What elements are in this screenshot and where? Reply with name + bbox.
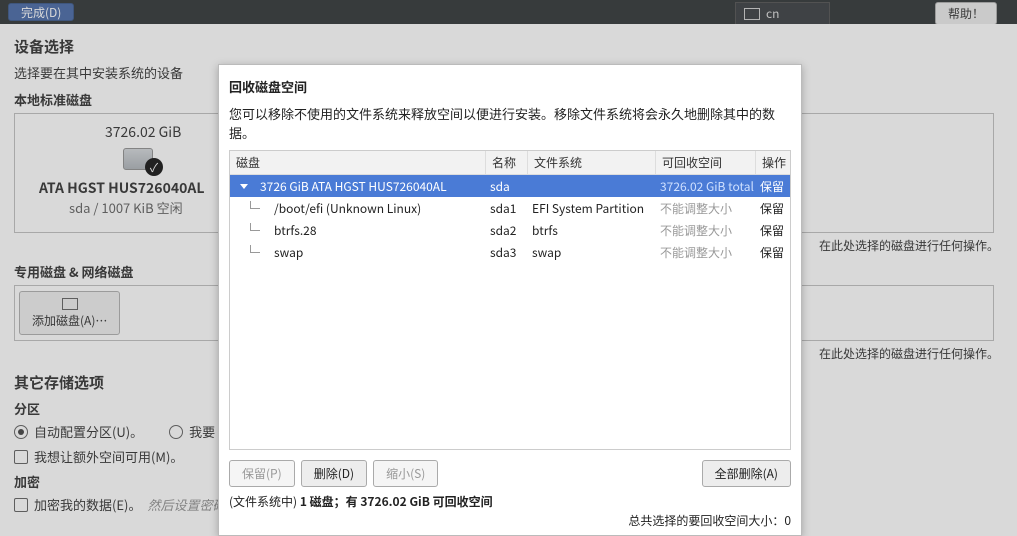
- checkbox-extra-space[interactable]: [14, 450, 28, 464]
- expand-icon[interactable]: [240, 184, 248, 189]
- radio-auto-partition[interactable]: [14, 425, 28, 439]
- dialog-status: (文件系统中) 1 磁盘；有 3726.02 GiB 可回收空间: [229, 493, 791, 510]
- tree-branch-icon: [244, 223, 264, 237]
- dialog-title: 回收磁盘空间: [229, 77, 791, 96]
- tree-branch-icon: [244, 245, 264, 259]
- disk-subinfo: sda / 1007 KiB 空闲: [69, 198, 183, 217]
- table-row[interactable]: swapsda3swap不能调整大小保留: [230, 241, 790, 263]
- radio-manual-partition[interactable]: [169, 425, 183, 439]
- check-icon: ✓: [145, 158, 163, 176]
- col-reclaim[interactable]: 可回收空间: [656, 151, 756, 174]
- cell-filesystem: EFI System Partition: [528, 200, 656, 217]
- keep-button[interactable]: 保留(P): [229, 460, 295, 487]
- cell-reclaim: 3726.02 GiB total: [656, 178, 756, 195]
- help-button[interactable]: 帮助！: [935, 2, 997, 25]
- dialog-subtitle: 您可以移除不使用的文件系统来释放空间以便进行安装。移除文件系统将会永久地删除其中…: [229, 104, 791, 142]
- dialog-action-bar: 保留(P) 删除(D) 缩小(S) 全部删除(A): [229, 460, 791, 487]
- col-name[interactable]: 名称: [486, 151, 528, 174]
- topbar: 完成(D) cn 帮助！: [0, 0, 1017, 24]
- disk-table: 磁盘 名称 文件系统 可回收空间 操作 3726 GiB ATA HGST HU…: [229, 150, 791, 450]
- table-row[interactable]: btrfs.28 sda2btrfs不能调整大小保留: [230, 219, 790, 241]
- cell-name: sda2: [486, 222, 528, 239]
- add-disk-button[interactable]: 添加磁盘(A)…: [19, 291, 120, 335]
- reclaim-space-dialog: 回收磁盘空间 您可以移除不使用的文件系统来释放空间以便进行安装。移除文件系统将会…: [218, 64, 802, 536]
- col-action[interactable]: 操作: [756, 151, 790, 174]
- cell-disk: /boot/efi (Unknown Linux): [274, 200, 421, 217]
- cell-disk: 3726 GiB ATA HGST HUS726040AL: [260, 178, 447, 195]
- keyboard-icon: [744, 8, 760, 20]
- page-title: 设备选择: [14, 36, 1003, 57]
- cell-reclaim: 不能调整大小: [656, 222, 756, 239]
- encrypt-hint: 然后设置密码: [147, 495, 225, 514]
- encrypt-opt-label: 加密我的数据(E)。: [34, 495, 141, 514]
- cell-name: sda: [486, 178, 528, 195]
- table-body: 3726 GiB ATA HGST HUS726040AL sda 3726.02 …: [230, 175, 790, 263]
- opt-iwant-label: 我要: [189, 422, 215, 441]
- table-header: 磁盘 名称 文件系统 可回收空间 操作: [230, 151, 790, 175]
- col-disk[interactable]: 磁盘: [230, 151, 486, 174]
- cell-reclaim: 不能调整大小: [656, 244, 756, 261]
- disk-icon: [62, 298, 78, 310]
- dialog-footer-right: 总共选择的要回收空间大小：0: [229, 512, 791, 529]
- disk-icon: ✓: [123, 148, 153, 170]
- disk-capacity: 3726.02 GiB: [105, 122, 181, 142]
- delete-button[interactable]: 删除(D): [301, 460, 367, 487]
- cell-filesystem: btrfs: [528, 222, 656, 239]
- opt-extra-label: 我想让额外空间可用(M)。: [34, 447, 183, 466]
- cell-action: 保留: [756, 222, 790, 239]
- col-filesystem[interactable]: 文件系统: [528, 151, 656, 174]
- table-row[interactable]: 3726 GiB ATA HGST HUS726040AL sda 3726.02 …: [230, 175, 790, 197]
- cell-action: 保留: [756, 244, 790, 261]
- cell-name: sda1: [486, 200, 528, 217]
- checkbox-encrypt[interactable]: [14, 498, 28, 512]
- delete-all-button[interactable]: 全部删除(A): [702, 460, 791, 487]
- cell-name: sda3: [486, 244, 528, 261]
- status-prefix: (文件系统中): [229, 493, 300, 510]
- add-disk-label: 添加磁盘(A)…: [32, 312, 107, 329]
- cell-disk: swap: [274, 244, 303, 261]
- keyboard-layout-indicator[interactable]: cn: [735, 2, 830, 25]
- done-button[interactable]: 完成(D): [8, 3, 74, 21]
- tree-branch-icon: [244, 201, 264, 215]
- shrink-button[interactable]: 缩小(S): [373, 460, 438, 487]
- table-row[interactable]: /boot/efi (Unknown Linux) sda1EFI System …: [230, 197, 790, 219]
- disk-name: ATA HGST HUS726040AL: [39, 178, 204, 198]
- cell-disk: btrfs.28: [274, 222, 317, 239]
- keyboard-layout-label: cn: [766, 5, 779, 22]
- status-summary: 1 磁盘；有 3726.02 GiB 可回收空间: [300, 493, 493, 510]
- cell-action: 保留: [756, 200, 790, 217]
- cell-reclaim: 不能调整大小: [656, 200, 756, 217]
- opt-auto-label: 自动配置分区(U)。: [34, 422, 143, 441]
- cell-filesystem: swap: [528, 244, 656, 261]
- cell-action: 保留: [756, 178, 790, 195]
